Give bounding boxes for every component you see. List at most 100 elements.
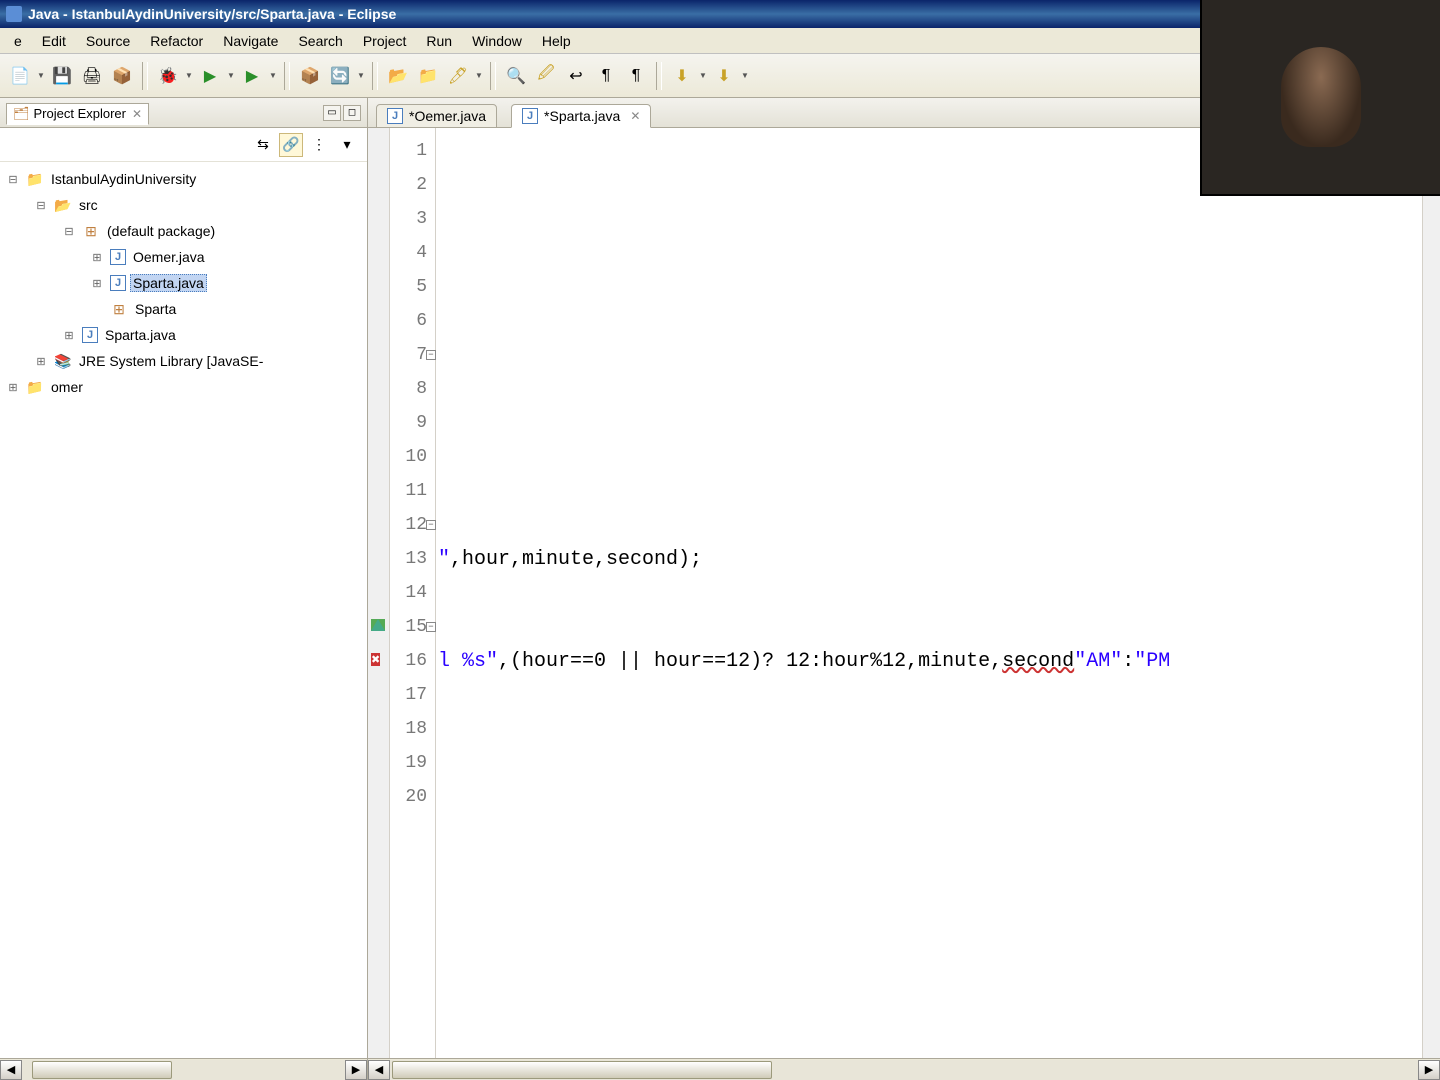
dropdown-icon[interactable]: ▼	[356, 62, 366, 90]
dropdown-icon[interactable]: ▼	[226, 62, 236, 90]
scroll-left-icon[interactable]: ◀	[368, 1060, 390, 1080]
editor-tab[interactable]: J*Sparta.java✕	[511, 104, 651, 128]
fold-toggle-icon[interactable]: −	[426, 622, 436, 632]
newclass-button[interactable]: 🔄	[326, 62, 354, 90]
block-sel-button[interactable]: ↩	[562, 62, 590, 90]
close-icon[interactable]: ✕	[630, 109, 640, 123]
tree-item[interactable]: ⊞📚JRE System Library [JavaSE-	[0, 348, 367, 374]
tree-item[interactable]: ⊟⊞(default package)	[0, 218, 367, 244]
code-line[interactable]	[436, 508, 1422, 542]
tree-item[interactable]: ⊞Sparta	[0, 296, 367, 322]
editor-hscroll[interactable]: ◀ ▶	[368, 1058, 1440, 1080]
expand-icon[interactable]: ⊞	[88, 251, 106, 264]
code-line[interactable]: l %s",(hour==0 || hour==12)? 12:hour%12,…	[436, 644, 1422, 678]
tree-item[interactable]: ⊞JOemer.java	[0, 244, 367, 270]
menu-search[interactable]: Search	[288, 30, 352, 52]
collapse-all-icon[interactable]: ⇆	[251, 133, 275, 157]
dropdown-icon[interactable]: ▼	[474, 62, 484, 90]
print-button[interactable]: 📦	[108, 62, 136, 90]
tree-item[interactable]: ⊟📁IstanbulAydinUniversity	[0, 166, 367, 192]
code-line[interactable]	[436, 678, 1422, 712]
new-button[interactable]: 📄	[6, 62, 34, 90]
mark-occur-button[interactable]: 🖉	[532, 62, 560, 90]
code-line[interactable]	[436, 610, 1422, 644]
expand-icon[interactable]: ⊟	[32, 199, 50, 212]
menu-help[interactable]: Help	[532, 30, 581, 52]
fold-toggle-icon[interactable]: −	[426, 520, 436, 530]
debug-button[interactable]: 🐞	[154, 62, 182, 90]
change-marker-icon[interactable]	[371, 619, 385, 631]
code-line[interactable]	[436, 372, 1422, 406]
close-icon[interactable]: ✕	[132, 107, 142, 121]
tree-item[interactable]: ⊞JSparta.java	[0, 270, 367, 296]
opentask-button[interactable]: 📁	[414, 62, 442, 90]
code-line[interactable]	[436, 712, 1422, 746]
newpkg-button[interactable]: 📦	[296, 62, 324, 90]
maximize-icon[interactable]: ◻	[343, 105, 361, 121]
code-editor[interactable]: ",hour,minute,second); l %s",(hour==0 || …	[436, 128, 1422, 1058]
scroll-right-icon[interactable]: ▶	[1418, 1060, 1440, 1080]
scroll-track[interactable]	[390, 1060, 1418, 1080]
prev-ann-button[interactable]: ⬇	[710, 62, 738, 90]
next-ann-button[interactable]: ⬇	[668, 62, 696, 90]
code-line[interactable]	[436, 440, 1422, 474]
project-tree[interactable]: ⊟📁IstanbulAydinUniversity⊟📂src⊟⊞(default…	[0, 162, 367, 1058]
code-line[interactable]	[436, 746, 1422, 780]
expand-icon[interactable]: ⊟	[60, 225, 78, 238]
menu-source[interactable]: Source	[76, 30, 140, 52]
dropdown-icon[interactable]: ▼	[740, 62, 750, 90]
expand-icon[interactable]: ⊞	[88, 277, 106, 290]
code-line[interactable]	[436, 474, 1422, 508]
run-ext-button[interactable]: ▶	[238, 62, 266, 90]
fold-toggle-icon[interactable]: −	[426, 350, 436, 360]
expand-icon[interactable]: ⊞	[32, 355, 50, 368]
dropdown-icon[interactable]: ▼	[36, 62, 46, 90]
opentype-button[interactable]: 📂	[384, 62, 412, 90]
scroll-track[interactable]	[22, 1060, 345, 1080]
menu-edit[interactable]: Edit	[32, 30, 76, 52]
tree-item[interactable]: ⊞📁omer	[0, 374, 367, 400]
editor-tab[interactable]: J*Oemer.java	[376, 104, 497, 128]
code-line[interactable]	[436, 202, 1422, 236]
tree-item[interactable]: ⊟📂src	[0, 192, 367, 218]
run-button[interactable]: ▶	[196, 62, 224, 90]
code-line[interactable]	[436, 406, 1422, 440]
expand-icon[interactable]: ⊟	[4, 173, 22, 186]
expand-icon[interactable]: ⊞	[60, 329, 78, 342]
toggle-breadcrumb-button[interactable]: 🔍	[502, 62, 530, 90]
saveall-button[interactable]: 🖨	[78, 62, 106, 90]
explorer-hscroll[interactable]: ◀ ▶	[0, 1058, 367, 1080]
menu-run[interactable]: Run	[416, 30, 462, 52]
menu-file[interactable]: e	[4, 30, 32, 52]
show-whitespace-button[interactable]: ¶	[592, 62, 620, 90]
focus-task-icon[interactable]: ⋮	[307, 133, 331, 157]
project-explorer-tab[interactable]: 🗂 Project Explorer ✕	[6, 103, 149, 125]
search-button[interactable]: 🖊	[444, 62, 472, 90]
scroll-thumb[interactable]	[32, 1061, 172, 1079]
pin-button[interactable]: ¶	[622, 62, 650, 90]
save-button[interactable]: 💾	[48, 62, 76, 90]
code-line[interactable]	[436, 576, 1422, 610]
scroll-left-icon[interactable]: ◀	[0, 1060, 22, 1080]
scroll-right-icon[interactable]: ▶	[345, 1060, 367, 1080]
dropdown-icon[interactable]: ▼	[698, 62, 708, 90]
scroll-thumb[interactable]	[392, 1061, 772, 1079]
code-line[interactable]	[436, 304, 1422, 338]
menu-window[interactable]: Window	[462, 30, 532, 52]
expand-icon[interactable]: ⊞	[4, 381, 22, 394]
menu-project[interactable]: Project	[353, 30, 417, 52]
code-line[interactable]: ",hour,minute,second);	[436, 542, 1422, 576]
minimize-icon[interactable]: ▭	[323, 105, 341, 121]
error-marker-icon[interactable]: ✖	[371, 653, 380, 666]
overview-ruler[interactable]	[1422, 128, 1440, 1058]
dropdown-icon[interactable]: ▼	[184, 62, 194, 90]
view-menu-icon[interactable]: ▾	[335, 133, 359, 157]
menu-refactor[interactable]: Refactor	[140, 30, 213, 52]
code-line[interactable]	[436, 338, 1422, 372]
menu-navigate[interactable]: Navigate	[213, 30, 288, 52]
code-line[interactable]	[436, 270, 1422, 304]
dropdown-icon[interactable]: ▼	[268, 62, 278, 90]
code-line[interactable]	[436, 780, 1422, 814]
code-line[interactable]	[436, 236, 1422, 270]
tree-item[interactable]: ⊞JSparta.java	[0, 322, 367, 348]
